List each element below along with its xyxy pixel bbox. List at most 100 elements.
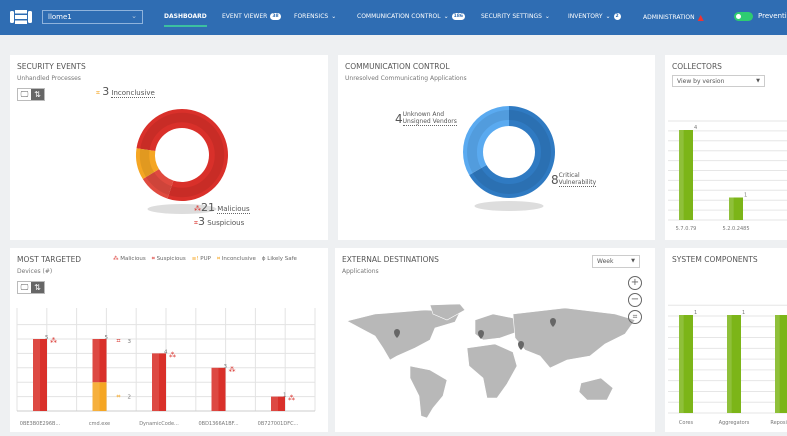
nav-forensics[interactable]: FORENSICS ⌄ bbox=[294, 13, 336, 20]
nav-label: INVENTORY bbox=[568, 13, 603, 20]
world-map[interactable] bbox=[335, 248, 655, 432]
critical-vulnerability-label[interactable]: 8 Critical Vulnerability bbox=[551, 172, 597, 187]
mode-label: Prevention bbox=[758, 12, 787, 20]
bar-highlight bbox=[92, 382, 100, 411]
malicious-name: Malicious bbox=[217, 205, 250, 214]
nav-label: FORENSICS bbox=[294, 13, 329, 20]
malicious-icon: ⁂ bbox=[194, 205, 201, 213]
donut-inner-ring bbox=[139, 112, 225, 198]
chevron-down-icon: ⌄ bbox=[544, 13, 550, 20]
unknown-count: 4 bbox=[395, 111, 403, 126]
label-line: Vulnerability bbox=[558, 179, 597, 186]
mode-label-text: Prevention bbox=[758, 12, 787, 20]
most-targeted-chart: 5 ⁂0BE3B0E296B...⌗ 2⌗ 35cmd.exe4 ⁂DynamicCod… bbox=[16, 308, 316, 427]
communication-control-donut bbox=[463, 106, 555, 211]
organization-name: llome1 bbox=[48, 13, 72, 21]
count-badge: 2 bbox=[613, 13, 621, 20]
segment-value-label: 2 bbox=[128, 395, 132, 401]
bar-highlight bbox=[271, 396, 278, 411]
label-line: Unsigned Vendors bbox=[402, 118, 457, 125]
external-destinations-panel: EXTERNAL DESTINATIONS Applications Week ▼ bbox=[335, 248, 655, 432]
nav-event-viewer[interactable]: EVENT VIEWER 38 bbox=[222, 13, 281, 20]
nav-administration[interactable]: ADMINISTRATION ▲ bbox=[643, 13, 704, 22]
bar-total-label: 1 bbox=[283, 393, 287, 399]
zoom-out-button[interactable]: − bbox=[628, 293, 642, 307]
prevention-toggle[interactable] bbox=[734, 12, 753, 21]
inconclusive-label[interactable]: ⌗ 3 Inconclusive bbox=[96, 85, 155, 98]
count-badge: 186 bbox=[451, 13, 466, 20]
security-events-panel: SECURITY EVENTS Unhandled Processes 🖵 ⇅ ⌗… bbox=[10, 55, 328, 240]
malicious-label[interactable]: ⁂21 Malicious bbox=[194, 201, 250, 214]
donut-inner-ring bbox=[467, 110, 551, 194]
bar-value-label: 4 bbox=[694, 125, 697, 131]
suspicious-count: 3 bbox=[197, 215, 205, 228]
unknown-vendors-label[interactable]: 4 Unknown And Unsigned Vendors bbox=[395, 111, 457, 126]
nav-communication-control[interactable]: COMMUNICATION CONTROL ⌄ 186 bbox=[357, 13, 466, 20]
map-south-america bbox=[409, 365, 448, 419]
category-label: Cores bbox=[679, 420, 694, 426]
malicious-icon: ⁂ bbox=[169, 351, 176, 359]
bar-value-label: 1 bbox=[744, 193, 747, 199]
nav-label: EVENT VIEWER bbox=[222, 13, 268, 20]
nav-label: DASHBOARD bbox=[164, 13, 207, 20]
zoom-in-button[interactable]: + bbox=[628, 276, 642, 290]
category-label: cmd.exe bbox=[89, 421, 110, 427]
system-components-panel: SYSTEM COMPONENTS 1Cores1Aggregators1Rep… bbox=[665, 248, 787, 432]
bar-highlight bbox=[211, 367, 219, 411]
warning-icon: ▲ bbox=[697, 13, 704, 22]
map-pin-middle-east[interactable] bbox=[518, 341, 524, 350]
bar-highlight bbox=[92, 339, 100, 383]
label-line: Critical bbox=[558, 172, 580, 179]
chevron-down-icon: ⌄ bbox=[443, 13, 449, 20]
map-australia bbox=[578, 377, 614, 401]
map-asia bbox=[512, 307, 636, 369]
system-components-chart: 1Cores1Aggregators1Reposit... bbox=[668, 304, 787, 426]
chevron-down-icon: ⌄ bbox=[131, 12, 137, 20]
nav-label: SECURITY SETTINGS bbox=[481, 13, 542, 20]
bar-highlight bbox=[679, 130, 684, 220]
nav-security-settings[interactable]: SECURITY SETTINGS ⌄ bbox=[481, 13, 550, 20]
chevron-down-icon: ⌄ bbox=[331, 13, 337, 20]
malicious-icon: ⁂ bbox=[229, 366, 236, 374]
bar-value-label: 1 bbox=[742, 310, 745, 316]
communication-control-panel: COMMUNICATION CONTROL Unresolved Communi… bbox=[338, 55, 655, 240]
bar-highlight bbox=[727, 315, 732, 413]
nav-inventory[interactable]: INVENTORY ⌄ 2 bbox=[568, 13, 621, 20]
most-targeted-panel: MOST TARGETED Devices (#) ⁂ Malicious ⌗ … bbox=[10, 248, 328, 432]
suspicious-label[interactable]: ⌗3 Suspicious bbox=[194, 215, 244, 228]
fortinet-logo-icon[interactable] bbox=[10, 10, 32, 24]
count-badge: 38 bbox=[270, 13, 281, 20]
malicious-icon: ⁂ bbox=[288, 395, 295, 403]
inconclusive-name: Inconclusive bbox=[111, 89, 155, 98]
collectors-panel: COLLECTORS View by version ▼ 4 5.7.0.79 1 5.… bbox=[665, 55, 787, 240]
nav-dashboard[interactable]: DASHBOARD bbox=[164, 13, 207, 27]
malicious-icon: ⁂ bbox=[50, 337, 57, 345]
security-events-donut bbox=[136, 109, 229, 214]
bar-total-label: 5 bbox=[105, 335, 109, 341]
critical-count: 8 bbox=[551, 172, 559, 187]
bar-value-label: 1 bbox=[694, 310, 697, 316]
chevron-down-icon: ⌄ bbox=[605, 13, 611, 20]
category-label: 0BE3B0E296B... bbox=[20, 421, 61, 427]
category-label: 5.2.0.2485 bbox=[722, 226, 749, 232]
category-label: DynamicCode... bbox=[139, 421, 179, 427]
inconclusive-count: 3 bbox=[102, 85, 110, 98]
category-label: 0B727001DFC... bbox=[258, 421, 299, 427]
collectors-chart: 4 5.7.0.79 1 5.2.0.2485 bbox=[668, 120, 787, 232]
bar-highlight bbox=[152, 353, 159, 411]
bar-total-label: 3 bbox=[224, 364, 228, 370]
category-label: 0BD1366A1BF... bbox=[198, 421, 238, 427]
malicious-icon: ⌗ bbox=[117, 337, 121, 345]
bar-highlight bbox=[33, 339, 40, 411]
fit-map-button[interactable]: ⌗ bbox=[628, 310, 642, 324]
inconclusive-icon: ⌗ bbox=[96, 89, 100, 97]
segment-value-label: 3 bbox=[128, 339, 132, 345]
bar-highlight bbox=[729, 197, 734, 220]
donut-shadow bbox=[474, 201, 544, 211]
bar-highlight bbox=[775, 315, 780, 413]
category-label: Reposit... bbox=[770, 420, 787, 426]
top-nav-bar: llome1 ⌄ DASHBOARD EVENT VIEWER 38 FORENSI… bbox=[0, 0, 787, 35]
bar-total-label: 5 bbox=[45, 335, 49, 341]
inconclusive-icon: ⌗ bbox=[117, 393, 121, 401]
organization-selector[interactable]: llome1 ⌄ bbox=[42, 10, 143, 24]
